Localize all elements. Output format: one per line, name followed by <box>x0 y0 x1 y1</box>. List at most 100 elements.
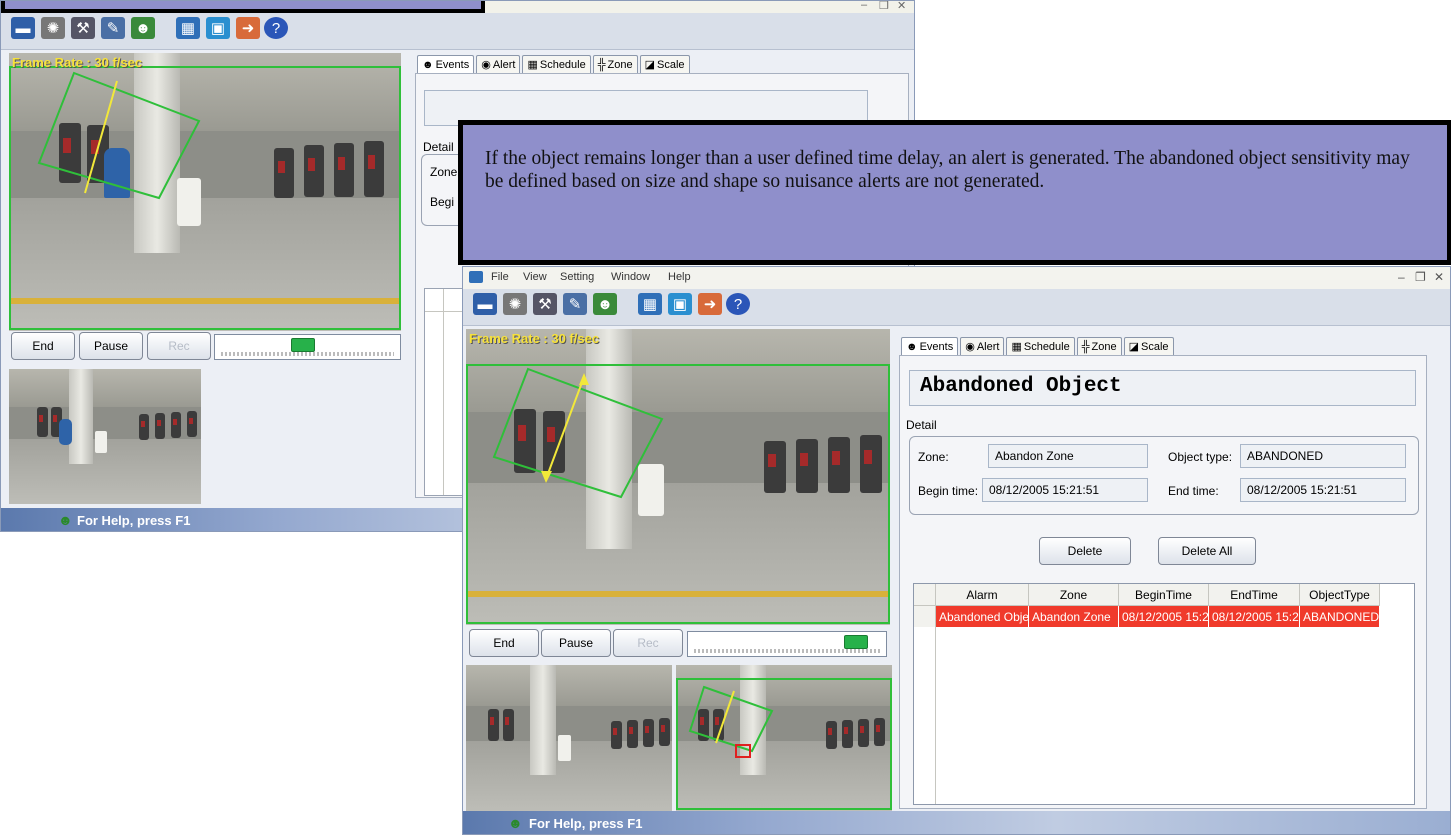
back-help-text: For Help, press F1 <box>77 513 191 528</box>
column-header-endtime[interactable]: EndTime <box>1209 584 1300 606</box>
film-reel-icon[interactable]: ✺ <box>41 17 65 39</box>
zone-label: Zone: <box>918 450 949 464</box>
monitor-icon[interactable]: ▣ <box>668 293 692 315</box>
end-time-field: 08/12/2005 15:21:51 <box>1240 478 1406 502</box>
rec-button[interactable]: Rec <box>613 629 683 657</box>
menu-view[interactable]: View <box>523 271 547 283</box>
explanation-callout: If the object remains longer than a user… <box>458 120 1451 265</box>
help-icon[interactable]: ? <box>726 293 750 315</box>
camera-icon[interactable]: ▬ <box>473 293 497 315</box>
end-time-label: End time: <box>1168 484 1219 498</box>
exit-icon[interactable]: ➜ <box>698 293 722 315</box>
tab-alert[interactable]: ◉ Alert <box>960 337 1005 355</box>
camera-icon[interactable]: ▬ <box>11 17 35 39</box>
slider-thumb[interactable] <box>844 635 868 649</box>
back-begin-label: Begi <box>430 195 455 209</box>
table-cell-objecttype[interactable]: ABANDONED <box>1300 606 1380 627</box>
zone-field: Abandon Zone <box>988 444 1148 468</box>
menu-help[interactable]: Help <box>668 271 691 283</box>
pause-button[interactable]: Pause <box>541 629 611 657</box>
front-main-video[interactable]: Frame Rate : 30 f/sec <box>466 329 890 625</box>
menu-setting[interactable]: Setting <box>560 271 594 283</box>
close-icon[interactable]: ✕ <box>1434 270 1444 284</box>
back-playback-slider[interactable] <box>214 334 401 360</box>
back-slider-thumb[interactable] <box>291 338 315 352</box>
help-text: For Help, press F1 <box>529 816 643 831</box>
delete-all-button[interactable]: Delete All <box>1158 537 1256 565</box>
event-title: Abandoned Object <box>920 375 1122 398</box>
back-tab-schedule[interactable]: ▦ Schedule <box>522 55 591 73</box>
back-end-button[interactable]: End <box>11 332 75 360</box>
menu-file[interactable]: File <box>491 271 509 283</box>
tab-schedule[interactable]: ▦ Schedule <box>1006 337 1075 355</box>
wand-icon[interactable]: ✎ <box>563 293 587 315</box>
help-icon[interactable]: ? <box>264 17 288 39</box>
column-header-zone[interactable]: Zone <box>1029 584 1119 606</box>
thumbnail-video-1[interactable] <box>466 665 672 811</box>
back-tab-scale[interactable]: ◪ Scale <box>639 55 690 73</box>
grid-icon[interactable]: ▦ <box>638 293 662 315</box>
restore-icon[interactable]: ❐ <box>1415 270 1426 284</box>
back-main-video[interactable]: Frame Rate : 30 f/sec <box>9 53 401 331</box>
detail-group: Zone: Abandon Zone Object type: ABANDONE… <box>909 436 1419 515</box>
minimize-icon[interactable]: – <box>1398 270 1405 284</box>
back-toolbar: ▬ ✺ ⚒ ✎ ☻ ▦ ▣ ➜ ? <box>1 13 914 50</box>
alert-icon: ◉ <box>481 59 491 71</box>
front-toolbar: ▬ ✺ ⚒ ✎ ☻ ▦ ▣ ➜ ? <box>463 289 1450 326</box>
column-header-alarm[interactable]: Alarm <box>936 584 1029 606</box>
zone-icon: ╬ <box>597 58 606 71</box>
table-cell-begintime[interactable]: 08/12/2005 15:21:51 <box>1119 606 1209 627</box>
back-event-grid <box>424 288 464 496</box>
film-reel-icon[interactable]: ✺ <box>503 293 527 315</box>
back-tab-alert[interactable]: ◉ Alert <box>476 55 521 73</box>
tools-icon[interactable]: ⚒ <box>71 17 95 39</box>
back-tab-zone[interactable]: ╬ Zone <box>592 55 638 73</box>
event-title-field: Abandoned Object <box>909 370 1416 406</box>
playback-slider[interactable] <box>687 631 887 657</box>
zone-icon: ╬ <box>1081 340 1090 353</box>
table-cell-endtime[interactable]: 08/12/2005 15:21:51 <box>1209 606 1300 627</box>
delete-button[interactable]: Delete <box>1039 537 1131 565</box>
wand-icon[interactable]: ✎ <box>101 17 125 39</box>
table-row-header[interactable] <box>914 606 936 627</box>
back-restore-icon[interactable]: ❐ <box>879 1 889 12</box>
exit-icon[interactable]: ➜ <box>236 17 260 39</box>
back-close-icon[interactable]: ✕ <box>897 1 906 12</box>
object-type-field: ABANDONED <box>1240 444 1406 468</box>
users-icon[interactable]: ☻ <box>131 17 155 39</box>
thumbnail-video-2[interactable] <box>676 665 892 811</box>
back-title-strip: – ❐ ✕ <box>1 1 914 13</box>
callout-text: If the object remains longer than a user… <box>485 148 1410 192</box>
users-icon[interactable]: ☻ <box>593 293 617 315</box>
scale-icon: ◪ <box>644 59 656 71</box>
tab-zone[interactable]: ╬ Zone <box>1076 337 1122 355</box>
back-tab-events[interactable]: ☻ Events <box>417 55 475 73</box>
tools-icon[interactable]: ⚒ <box>533 293 557 315</box>
menu-window[interactable]: Window <box>611 271 650 283</box>
object-type-label: Object type: <box>1168 450 1233 464</box>
previous-callout-edge <box>1 1 485 13</box>
thumbnail-zone-overlay <box>676 678 892 810</box>
back-thumbnail-video[interactable] <box>9 369 201 504</box>
back-rec-button[interactable]: Rec <box>147 332 211 360</box>
column-header-begintime[interactable]: BeginTime <box>1119 584 1209 606</box>
tab-events[interactable]: ☻ Events <box>901 337 959 355</box>
status-bar: ☻ For Help, press F1 <box>463 811 1450 834</box>
tab-strip: ☻ Events ◉ Alert ▦ Schedule ╬ Zone ◪ Scale <box>901 337 1174 355</box>
end-button[interactable]: End <box>469 629 539 657</box>
events-panel: Abandoned Object Detail Zone: Abandon Zo… <box>899 355 1427 809</box>
row-header-column <box>914 584 936 606</box>
grid-icon[interactable]: ▦ <box>176 17 200 39</box>
tab-scale[interactable]: ◪ Scale <box>1123 337 1174 355</box>
scale-icon: ◪ <box>1128 341 1140 353</box>
column-header-objecttype[interactable]: ObjectType <box>1300 584 1380 606</box>
events-table: Alarm Zone BeginTime EndTime ObjectType … <box>913 583 1415 805</box>
table-cell-alarm[interactable]: Abandoned Object <box>936 606 1029 627</box>
back-pause-button[interactable]: Pause <box>79 332 143 360</box>
back-zone-overlay <box>9 66 401 330</box>
table-cell-zone[interactable]: Abandon Zone <box>1029 606 1119 627</box>
back-minimize-icon[interactable]: – <box>861 1 867 11</box>
monitor-icon[interactable]: ▣ <box>206 17 230 39</box>
row-header-divider <box>935 627 936 804</box>
menu-bar: File View Setting Window Help – ❐ ✕ <box>463 267 1450 290</box>
